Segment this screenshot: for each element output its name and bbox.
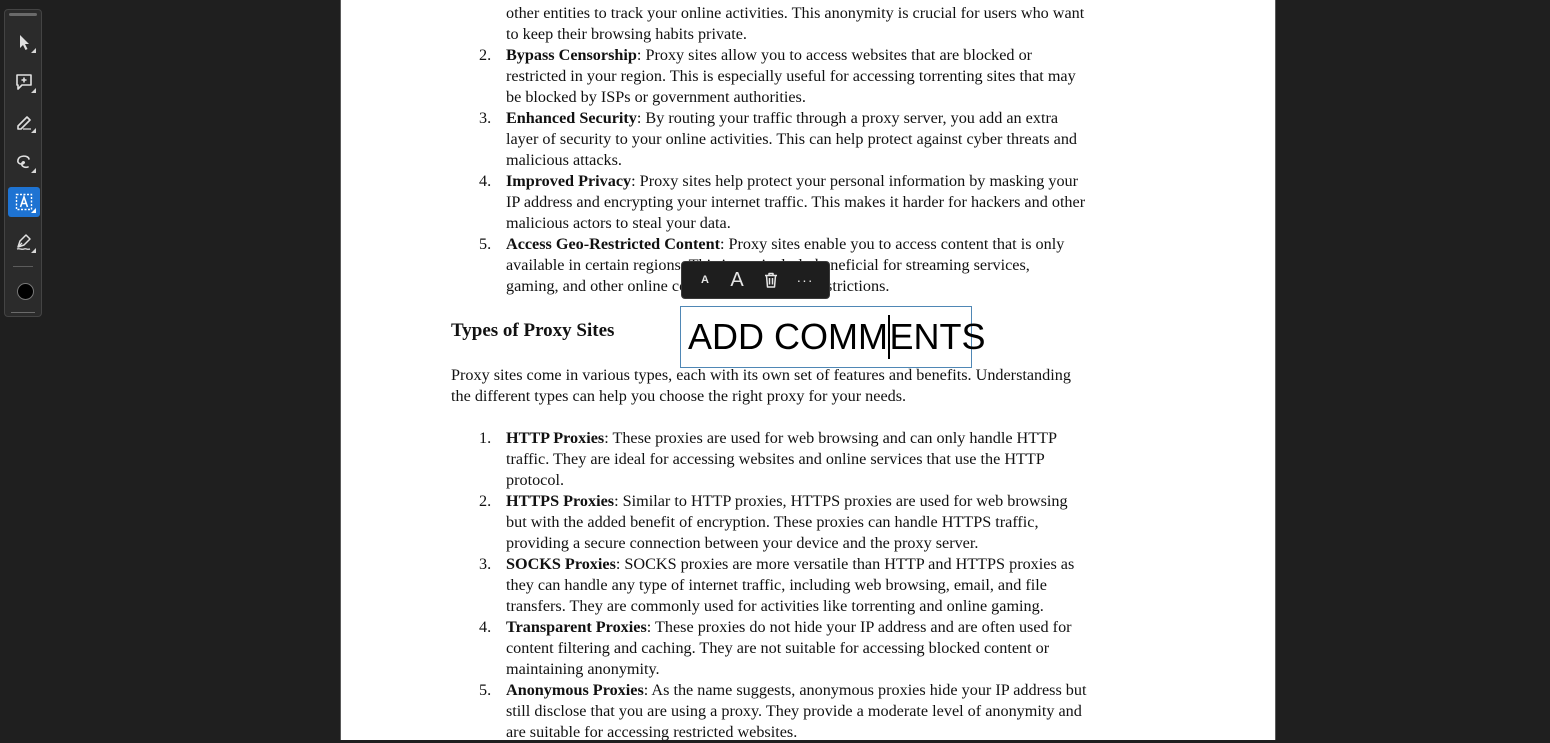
list-item-line: HTTP Proxies: These proxies are used for…	[506, 428, 1057, 449]
list-number: 2.	[479, 46, 492, 64]
section-heading: Types of Proxy Sites	[451, 320, 615, 341]
more-options-button[interactable]: ···	[788, 265, 822, 295]
list-item-line: Anonymous Proxies: As the name suggests,…	[506, 680, 1086, 701]
text-box-content-after-caret: ENTS	[889, 316, 986, 357]
list-number: 4.	[479, 172, 492, 190]
flyout-indicator-icon	[31, 128, 36, 133]
list-item-title: Improved Privacy	[506, 172, 632, 190]
increase-font-size-button[interactable]: A	[720, 265, 754, 295]
list-item-text: : These proxies do not hide your IP addr…	[646, 618, 1072, 636]
list-item-line: be blocked by ISPs or government authori…	[506, 88, 806, 106]
list-item-line: but with the added benefit of encryption…	[506, 513, 1039, 531]
list-number: 4.	[479, 618, 492, 636]
list-item-line: IP address and encrypting your internet …	[506, 193, 1086, 211]
list-item-line: transfers. They are commonly used for ac…	[506, 597, 1044, 615]
flyout-indicator-icon	[31, 48, 36, 53]
list-item-line: maintaining anonymity.	[506, 660, 660, 678]
list-item-line: malicious attacks.	[506, 151, 622, 169]
list-item-line: content filtering and caching. They are …	[506, 639, 1050, 657]
flyout-indicator-icon	[31, 208, 36, 213]
list-item-line: Bypass Censorship: Proxy sites allow you…	[506, 45, 1032, 66]
list-item-line: Improved Privacy: Proxy sites help prote…	[506, 171, 1078, 192]
rail-divider	[13, 266, 33, 267]
list-item-text: : Proxy sites help protect your personal…	[631, 172, 1079, 190]
list-item-title: Bypass Censorship	[506, 46, 637, 64]
list-item-line: HTTPS Proxies: Similar to HTTP proxies, …	[506, 491, 1068, 512]
text-box-content-before-caret: ADD COMM	[688, 316, 888, 357]
text-box-tool-button[interactable]	[8, 187, 40, 217]
list-item-text: : By routing your traffic through a prox…	[636, 109, 1059, 127]
list-number: 2.	[479, 492, 492, 510]
flyout-indicator-icon	[31, 168, 36, 173]
add-comment-tool-button[interactable]	[8, 67, 40, 97]
list-item-line: Transparent Proxies: These proxies do no…	[506, 617, 1072, 638]
list-item-line: SOCKS Proxies: SOCKS proxies are more ve…	[506, 554, 1074, 575]
list-item-line: Access Geo-Restricted Content: Proxy sit…	[506, 234, 1064, 255]
list-item-title: Anonymous Proxies	[506, 681, 644, 699]
list-item-text: : As the name suggests, anonymous proxie…	[643, 681, 1087, 699]
rail-bottom-edge	[11, 312, 35, 313]
list-number: 5.	[479, 235, 492, 253]
flyout-indicator-icon	[31, 88, 36, 93]
list-item-text: : Proxy sites allow you to access websit…	[636, 46, 1033, 64]
decrease-font-size-button[interactable]: A	[690, 265, 720, 295]
list-item-title: HTTP Proxies	[506, 429, 605, 447]
list-item-text: : Proxy sites enable you to access conte…	[719, 235, 1065, 253]
list-item-title: HTTPS Proxies	[506, 492, 615, 510]
highlight-tool-button[interactable]	[8, 107, 40, 137]
list-item-line: protocol.	[506, 471, 564, 489]
list-item-title: Transparent Proxies	[506, 618, 647, 636]
list-item-text: to keep their browsing habits private.	[506, 25, 747, 43]
list-item-line: traffic. They are ideal for accessing we…	[506, 450, 1045, 468]
list-item-title: Access Geo-Restricted Content	[506, 235, 720, 253]
comment-text-box[interactable]: ADD COMMENTS	[680, 306, 986, 368]
list-item-title: Enhanced Security	[506, 109, 637, 127]
list-number: 1.	[479, 429, 492, 447]
list-item-text: other entities to track your online acti…	[506, 4, 1085, 22]
list-item-text: : SOCKS proxies are more versatile than …	[615, 555, 1075, 573]
list-item-title: SOCKS Proxies	[506, 555, 616, 573]
list-number: 3.	[479, 555, 492, 573]
delete-annotation-button[interactable]	[754, 265, 788, 295]
annotation-tool-rail	[4, 9, 42, 317]
list-item-text: : Similar to HTTP proxies, HTTPS proxies…	[614, 492, 1068, 510]
intro-paragraph-line: the different types can help you choose …	[451, 387, 907, 405]
list-item-text: : These proxies are used for web browsin…	[604, 429, 1058, 447]
signature-tool-button[interactable]	[8, 227, 40, 257]
list-item-line: they can handle any type of internet tra…	[506, 576, 1047, 594]
list-number: 3.	[479, 109, 492, 127]
list-item-line: providing a secure connection between yo…	[506, 534, 979, 552]
list-item-line: layer of security to your online activit…	[506, 130, 1078, 148]
list-number: 5.	[479, 681, 492, 699]
select-tool-button[interactable]	[8, 27, 40, 57]
trash-icon	[765, 272, 777, 288]
flyout-indicator-icon	[31, 248, 36, 253]
text-annotation-toolbar: A A ···	[681, 261, 830, 299]
draw-tool-button[interactable]	[8, 147, 40, 177]
document-page: other entities to track your online acti…	[340, 0, 1276, 741]
rail-drag-handle[interactable]	[9, 13, 37, 16]
list-item-line: Enhanced Security: By routing your traff…	[506, 108, 1058, 129]
color-picker-swatch[interactable]	[17, 283, 34, 300]
intro-paragraph-line: Proxy sites come in various types, each …	[451, 366, 1071, 384]
list-item-line: still disclose that you are using a prox…	[506, 702, 1082, 720]
list-item-line: restricted in your region. This is espec…	[506, 67, 1076, 85]
list-item-line: malicious actors to steal your data.	[506, 214, 731, 232]
